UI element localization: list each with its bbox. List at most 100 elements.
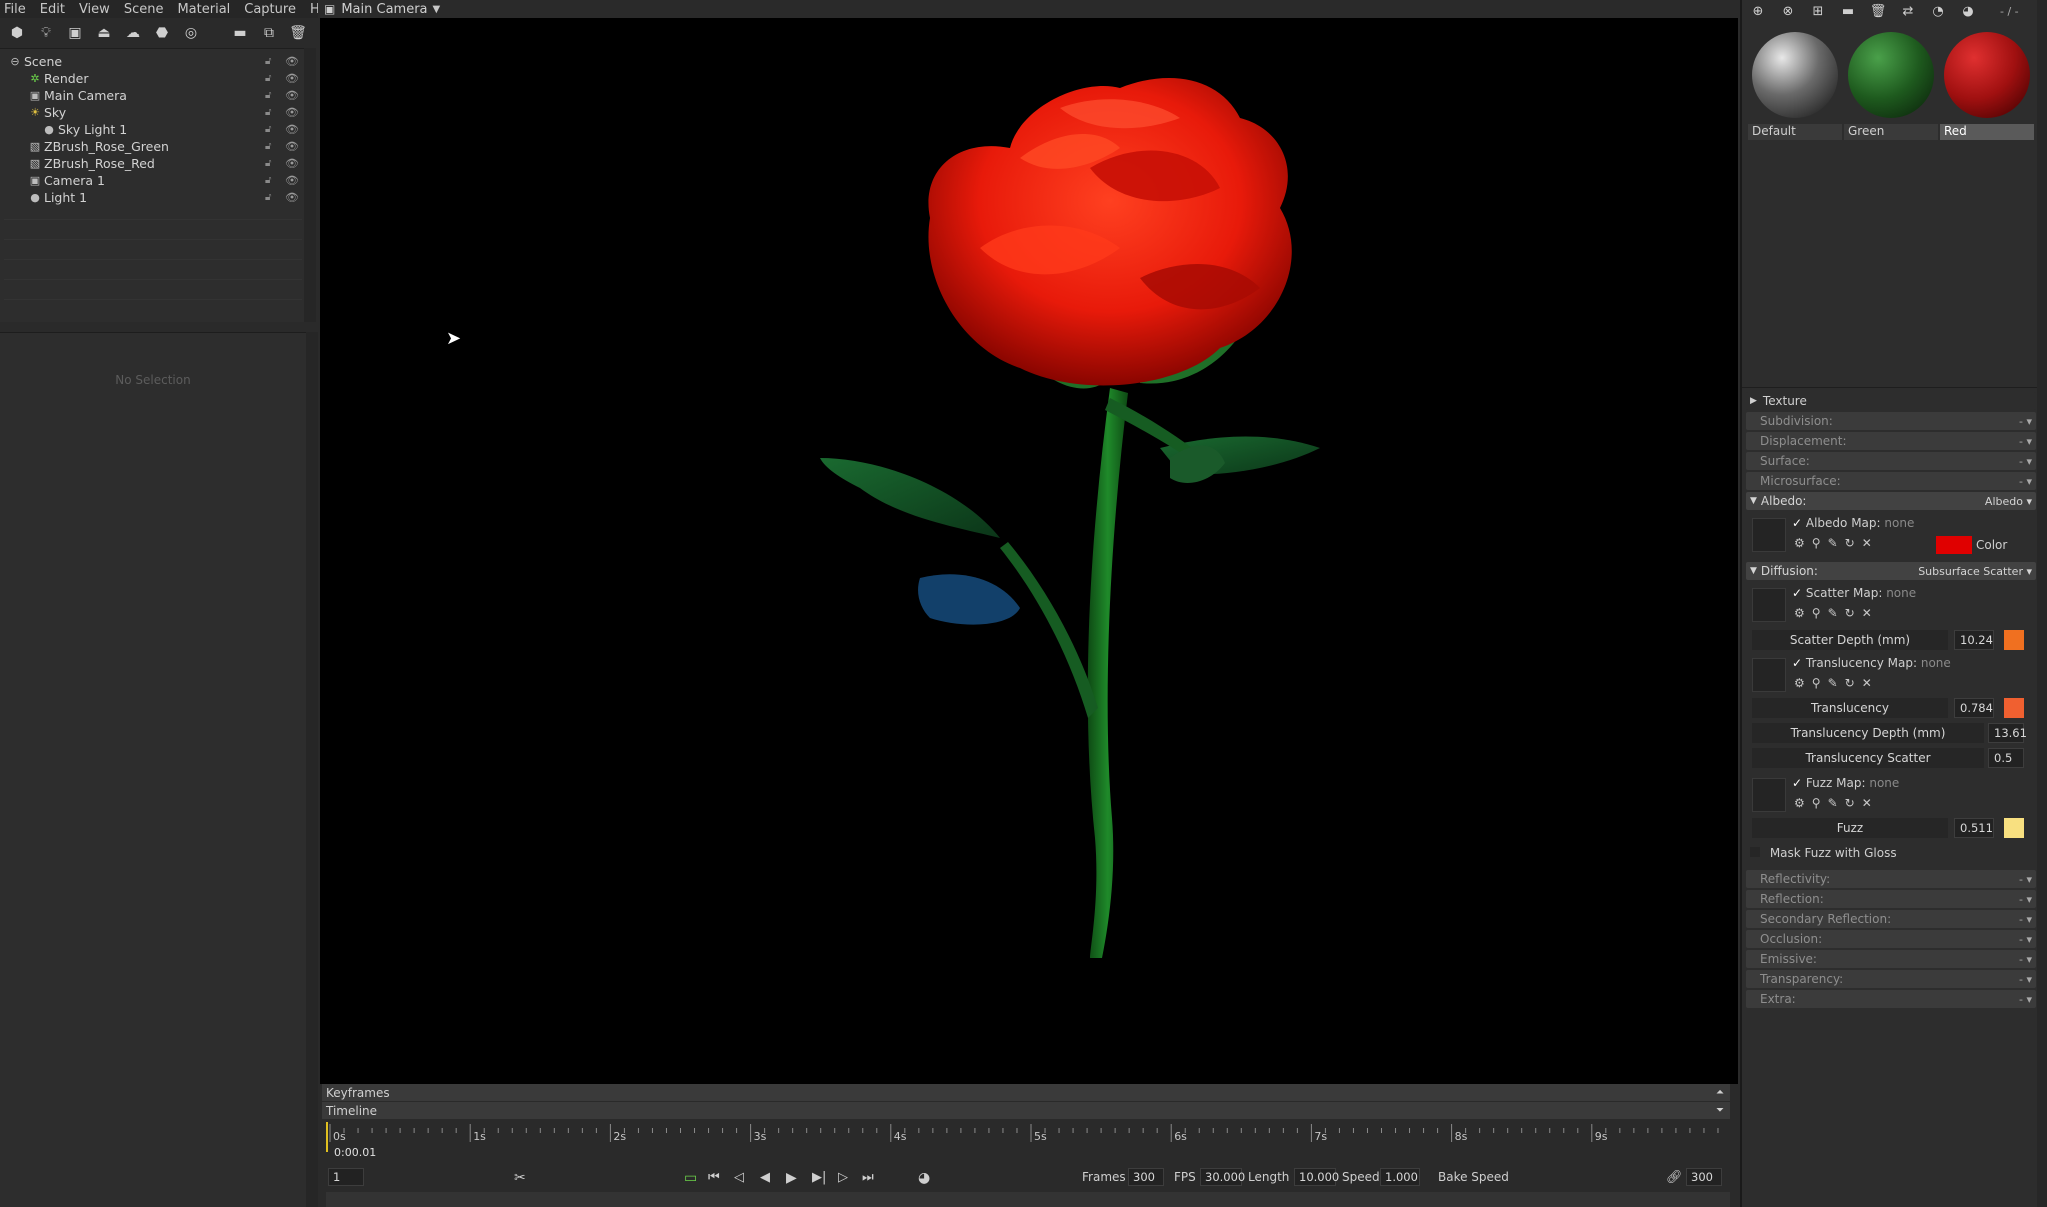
translucency-color-swatch[interactable] — [2004, 698, 2024, 718]
translucency-scatter-slider[interactable]: Translucency Scatter — [1752, 748, 1984, 768]
edit-icon[interactable]: ✎ — [1828, 606, 1845, 620]
end-frame-input[interactable]: 300 — [1686, 1168, 1722, 1186]
new-object-icon[interactable]: ⬢ — [6, 22, 28, 44]
eye-icon[interactable]: 👁︎ — [285, 191, 299, 204]
bake-speed-button[interactable]: Bake Speed — [1438, 1170, 1509, 1184]
eye-icon[interactable]: 👁︎ — [285, 55, 299, 68]
tree-item-rose-green[interactable]: ▧ ZBrush_Rose_Green 🔓︎ 👁︎ — [0, 138, 306, 155]
albedo-map-thumbnail[interactable] — [1752, 518, 1786, 552]
search-icon[interactable]: ⚲ — [1812, 676, 1828, 690]
tree-item-sky[interactable]: ☀ Sky 🔓︎ 👁︎ — [0, 104, 306, 121]
lock-icon[interactable]: 🔓︎ — [265, 56, 271, 67]
play-icon[interactable]: ▶ — [786, 1170, 797, 1186]
scatter-depth-input[interactable]: 10.24 — [1954, 630, 1994, 650]
folder-icon[interactable]: ▬ — [1838, 1, 1858, 21]
fuzz-slider[interactable]: Fuzz — [1752, 818, 1948, 838]
reload-icon[interactable]: ↻ — [1845, 676, 1862, 690]
fuzz-color-swatch[interactable] — [2004, 818, 2024, 838]
section-albedo[interactable]: ▼ Albedo: Albedo ▾ — [1746, 492, 2036, 510]
sky-icon[interactable]: ☁ — [122, 22, 144, 44]
section-microsurface[interactable]: Microsurface: - ▾ — [1746, 472, 2036, 490]
tree-item-camera-1[interactable]: ▣ Camera 1 🔓︎ 👁︎ — [0, 172, 306, 189]
checkbox-icon[interactable]: ✓ — [1792, 656, 1802, 670]
section-occlusion[interactable]: Occlusion: - ▾ — [1746, 930, 2036, 948]
search-icon[interactable]: ⚲ — [1812, 606, 1828, 620]
close-icon[interactable]: ✕ — [1862, 606, 1879, 620]
tree-item-rose-red[interactable]: ▧ ZBrush_Rose_Red 🔓︎ 👁︎ — [0, 155, 306, 172]
fuzz-map-thumbnail[interactable] — [1752, 778, 1786, 812]
tree-scrollbar[interactable] — [304, 48, 316, 322]
eye-icon[interactable]: 👁︎ — [285, 174, 299, 187]
material-thumb-green[interactable]: Green — [1844, 28, 1938, 140]
translucency-map-thumbnail[interactable] — [1752, 658, 1786, 692]
edit-icon[interactable]: ✎ — [1828, 796, 1845, 810]
translucency-depth-input[interactable]: 13.61 — [1988, 723, 2027, 743]
next-key-icon[interactable]: ▷ — [838, 1170, 848, 1185]
section-dropdown[interactable]: - ▾ — [2019, 435, 2032, 448]
diffusion-mode-dropdown[interactable]: Subsurface Scatter ▾ — [1918, 565, 2032, 578]
settings-gear-icon[interactable]: ⚙ — [1794, 606, 1812, 620]
delete-icon[interactable]: 🗑︎ — [287, 22, 309, 44]
menu-edit[interactable]: Edit — [40, 2, 65, 17]
material-pick-icon[interactable]: ⊗ — [1778, 1, 1798, 21]
material-thumb-default[interactable]: Default — [1748, 28, 1842, 140]
section-displacement[interactable]: Displacement: - ▾ — [1746, 432, 2036, 450]
eye-icon[interactable]: 👁︎ — [285, 72, 299, 85]
timeline-scrub-track[interactable] — [326, 1192, 1730, 1207]
albedo-mode-dropdown[interactable]: Albedo ▾ — [1985, 495, 2032, 508]
eye-icon[interactable]: 👁︎ — [285, 106, 299, 119]
settings-gear-icon[interactable]: ⚙ — [1794, 796, 1812, 810]
speed-input[interactable]: 1.000 — [1380, 1168, 1420, 1186]
compass-icon[interactable]: ◕ — [918, 1170, 930, 1186]
lock-icon[interactable]: 🔓︎ — [265, 175, 271, 186]
section-diffusion[interactable]: ▼ Diffusion: Subsurface Scatter ▾ — [1746, 562, 2036, 580]
eye-icon[interactable]: 👁︎ — [285, 89, 299, 102]
section-texture[interactable]: ▶ Texture — [1746, 392, 2036, 410]
menu-capture[interactable]: Capture — [244, 2, 296, 17]
collapse-icon[interactable]: ⏷ — [1716, 1105, 1724, 1116]
left-panel-splitter[interactable] — [306, 332, 318, 1207]
render-sphere-icon[interactable]: ◎ — [180, 22, 202, 44]
camera-selector[interactable]: Main Camera — [341, 2, 427, 17]
section-transparency[interactable]: Transparency: - ▾ — [1746, 970, 2036, 988]
lock-icon[interactable]: 🔓︎ — [265, 141, 271, 152]
keyframes-header[interactable]: Keyframes ⏶ — [322, 1084, 1730, 1101]
loop-icon[interactable]: ▭ — [684, 1170, 697, 1186]
scatter-color-swatch[interactable] — [2004, 630, 2024, 650]
reload-icon[interactable]: ↻ — [1845, 796, 1862, 810]
material-scrollbar[interactable] — [2037, 0, 2047, 1207]
shape-icon[interactable]: ⬣ — [151, 22, 173, 44]
chevron-down-icon[interactable]: ▼ — [433, 4, 441, 15]
eye-icon[interactable]: 👁︎ — [285, 123, 299, 136]
checkbox-icon[interactable]: ✓ — [1792, 776, 1802, 790]
section-dropdown[interactable]: - ▾ — [2019, 913, 2032, 926]
translucency-depth-slider[interactable]: Translucency Depth (mm) — [1752, 723, 1984, 743]
material-grid-icon[interactable]: ⊞ — [1808, 1, 1828, 21]
tree-item-sky-light[interactable]: ● Sky Light 1 🔓︎ 👁︎ — [0, 121, 306, 138]
current-frame-input[interactable]: 1 — [328, 1168, 364, 1186]
skip-to-start-icon[interactable]: ⏮ — [708, 1170, 720, 1185]
translucency-slider[interactable]: Translucency — [1752, 698, 1948, 718]
prev-key-icon[interactable]: ◁ — [734, 1170, 744, 1185]
light-icon[interactable]: 💡︎ — [35, 22, 57, 44]
section-dropdown[interactable]: - ▾ — [2019, 893, 2032, 906]
timeline-header[interactable]: Timeline ⏷ — [322, 1102, 1730, 1119]
material-refresh-icon[interactable]: ◔ — [1928, 1, 1948, 21]
translucency-input[interactable]: 0.784 — [1954, 698, 1994, 718]
section-emissive[interactable]: Emissive: - ▾ — [1746, 950, 2036, 968]
lock-icon[interactable]: 🔓︎ — [265, 158, 271, 169]
frames-input[interactable]: 300 — [1128, 1168, 1164, 1186]
reload-icon[interactable]: ↻ — [1845, 606, 1862, 620]
checkbox-icon[interactable]: ✓ — [1792, 586, 1802, 600]
search-icon[interactable]: ⚲ — [1812, 796, 1828, 810]
checkbox-icon[interactable]: ✓ — [1792, 516, 1802, 530]
folder-icon[interactable]: ▬ — [229, 22, 251, 44]
tree-item-light-1[interactable]: ● Light 1 🔓︎ 👁︎ — [0, 189, 306, 206]
lock-icon[interactable]: 🔓︎ — [265, 124, 271, 135]
lock-icon[interactable]: 🔓︎ — [265, 192, 271, 203]
section-dropdown[interactable]: - ▾ — [2019, 953, 2032, 966]
menu-file[interactable]: File — [4, 2, 26, 17]
menu-material[interactable]: Material — [177, 2, 230, 17]
fuzz-input[interactable]: 0.511 — [1954, 818, 1994, 838]
tree-item-main-camera[interactable]: ▣ Main Camera 🔓︎ 👁︎ — [0, 87, 306, 104]
